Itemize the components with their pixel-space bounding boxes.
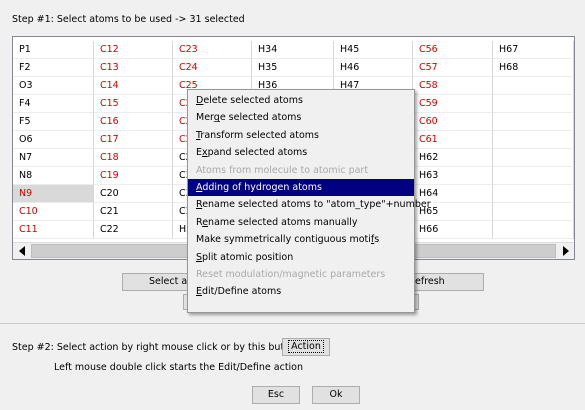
atom-cell[interactable] <box>493 221 574 239</box>
atom-cell[interactable]: F5 <box>13 113 94 131</box>
menu-item[interactable]: Delete selected atoms <box>188 92 414 109</box>
atom-cell[interactable] <box>493 185 574 203</box>
atom-cell[interactable]: C12 <box>94 41 173 59</box>
atom-cell[interactable]: C58 <box>413 77 493 95</box>
atom-cell[interactable]: H35 <box>252 59 334 77</box>
scroll-left-button[interactable] <box>13 243 30 259</box>
atom-cell[interactable]: C18 <box>94 149 173 167</box>
step1-label: Step #1: Select atoms to be used -> 31 s… <box>12 14 245 25</box>
atom-cell[interactable] <box>493 77 574 95</box>
atom-cell[interactable]: C11 <box>13 221 94 239</box>
atom-cell[interactable]: C13 <box>94 59 173 77</box>
menu-item[interactable]: Make symmetrically contiguous motifs <box>188 231 414 248</box>
arrow-right-icon <box>562 246 569 256</box>
arrow-left-icon <box>18 246 25 256</box>
atom-cell[interactable]: C16 <box>94 113 173 131</box>
atom-cell[interactable]: O6 <box>13 131 94 149</box>
atom-cell[interactable]: N8 <box>13 167 94 185</box>
atom-cell[interactable] <box>493 95 574 113</box>
atom-cell[interactable]: N7 <box>13 149 94 167</box>
atom-cell[interactable]: H63 <box>413 167 493 185</box>
menu-item[interactable]: Adding of hydrogen atoms <box>188 178 414 197</box>
atom-cell[interactable]: H68 <box>493 59 574 77</box>
context-menu: Delete selected atoms Merge selected atom… <box>187 89 431 313</box>
atom-cell[interactable]: C21 <box>94 203 173 221</box>
atom-cell[interactable]: C59 <box>413 95 493 113</box>
menu-item[interactable]: Transform selected atoms <box>188 127 414 144</box>
ok-button[interactable]: Ok <box>312 386 360 404</box>
atom-cell[interactable] <box>493 167 574 185</box>
atom-cell[interactable]: N9 <box>13 185 94 203</box>
atom-cell[interactable]: C20 <box>94 185 173 203</box>
action-button[interactable]: Action <box>282 338 330 356</box>
menu-item[interactable]: Split atomic position <box>188 249 414 266</box>
divider <box>0 323 585 324</box>
atom-cell[interactable]: C23 <box>173 41 252 59</box>
atom-cell[interactable]: C57 <box>413 59 493 77</box>
action-button-label: Action <box>288 340 324 353</box>
atom-cell[interactable]: O3 <box>13 77 94 95</box>
menu-item[interactable]: Edit/Define atoms <box>188 283 414 300</box>
esc-button[interactable]: Esc <box>252 386 300 404</box>
atom-cell[interactable]: C19 <box>94 167 173 185</box>
atom-cell[interactable]: H46 <box>334 59 413 77</box>
atom-cell[interactable]: C60 <box>413 113 493 131</box>
atom-cell[interactable]: H45 <box>334 41 413 59</box>
menu-item[interactable]: Expand selected atoms <box>188 144 414 161</box>
atom-cell[interactable]: C14 <box>94 77 173 95</box>
atom-cell[interactable]: H66 <box>413 221 493 239</box>
atom-cell[interactable]: F2 <box>13 59 94 77</box>
atom-cell[interactable]: C22 <box>94 221 173 239</box>
atom-cell[interactable] <box>493 113 574 131</box>
atom-cell[interactable] <box>493 149 574 167</box>
atom-cell[interactable]: F4 <box>13 95 94 113</box>
atom-cell[interactable]: C24 <box>173 59 252 77</box>
scroll-right-button[interactable] <box>557 243 574 259</box>
menu-item[interactable]: Rename selected atoms manually <box>188 214 414 231</box>
step2-label: Step #2: Select action by right mouse cl… <box>12 342 303 353</box>
atom-cell[interactable]: C17 <box>94 131 173 149</box>
atom-cell[interactable]: C56 <box>413 41 493 59</box>
atom-cell[interactable]: H67 <box>493 41 574 59</box>
double-click-hint: Left mouse double click starts the Edit/… <box>54 362 304 373</box>
atom-cell[interactable] <box>493 203 574 221</box>
menu-item[interactable]: Merge selected atoms <box>188 109 414 126</box>
menu-item: Atoms from molecule to atomic part <box>196 164 369 176</box>
menu-item: Reset modulation/magnetic parameters <box>196 268 386 280</box>
atom-cell[interactable]: C15 <box>94 95 173 113</box>
menu-item[interactable]: Rename selected atoms to "atom_type"+num… <box>188 196 431 213</box>
atom-cell[interactable]: C10 <box>13 203 94 221</box>
atom-cell[interactable]: C61 <box>413 131 493 149</box>
atom-cell[interactable] <box>493 131 574 149</box>
atom-cell[interactable]: P1 <box>13 41 94 59</box>
atom-cell[interactable]: H34 <box>252 41 334 59</box>
atom-cell[interactable]: H62 <box>413 149 493 167</box>
